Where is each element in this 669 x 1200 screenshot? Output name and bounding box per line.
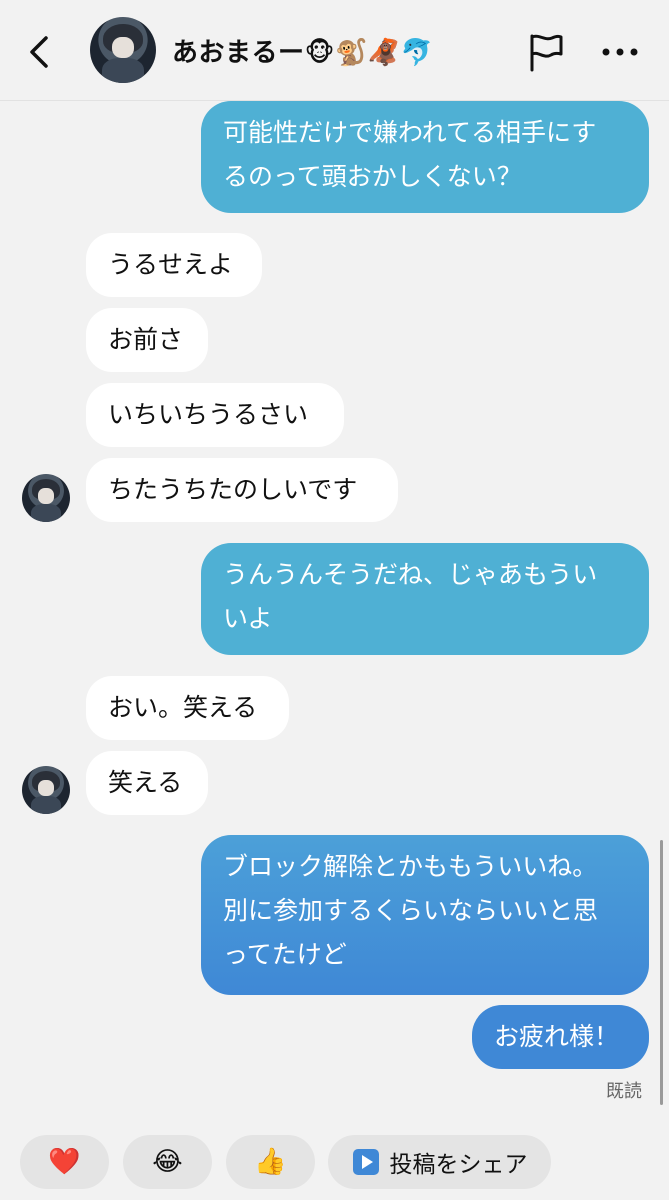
outgoing-message[interactable]: 可能性だけで嫌われてる相手にす るのって頭おかしくない？ — [201, 101, 649, 213]
sender-avatar[interactable] — [22, 766, 70, 814]
share-label: 投稿をシェア — [389, 1152, 528, 1178]
scrollbar[interactable] — [660, 840, 663, 1105]
contact-avatar[interactable] — [90, 17, 156, 83]
incoming-message[interactable]: 笑える — [86, 751, 208, 815]
message-line: うんうんそうだね、じゃあもうい — [223, 560, 598, 589]
message-text: いちいちうるさい — [108, 400, 309, 429]
incoming-message[interactable]: ちたうちたのしいです — [86, 458, 398, 522]
thumbs-up-reaction-button[interactable]: 👍 — [226, 1135, 315, 1189]
message-text: うるせえよ — [108, 250, 234, 279]
heart-icon: ❤️ — [48, 1147, 81, 1177]
thumbs-up-icon: 👍 — [254, 1147, 287, 1177]
incoming-message[interactable]: うるせえよ — [86, 233, 262, 297]
message-text: ちたうちたのしいです — [108, 475, 358, 504]
more-button[interactable] — [600, 40, 640, 64]
incoming-message[interactable]: いちいちうるさい — [86, 383, 344, 447]
incoming-message[interactable]: おい。笑える — [86, 676, 289, 740]
message-line: いよ — [223, 604, 273, 633]
report-button[interactable] — [527, 32, 565, 72]
message-text: お疲れ様！ — [494, 1022, 620, 1051]
message-text: 笑える — [108, 768, 183, 797]
chat-header: あおまるー🐵🐒🦧🐬 — [0, 0, 669, 101]
message-line: 可能性だけで嫌われてる相手にす — [223, 118, 597, 147]
message-line: 別に参加するくらいならいいと思 — [223, 896, 599, 925]
back-button[interactable] — [22, 32, 56, 72]
message-line: るのって頭おかしくない？ — [223, 162, 522, 191]
contact-name[interactable]: あおまるー🐵🐒🦧🐬 — [172, 32, 434, 69]
laugh-reaction-button[interactable]: 😂 — [123, 1135, 212, 1189]
share-post-button[interactable]: 投稿をシェア — [328, 1135, 551, 1189]
outgoing-message[interactable]: お疲れ様！ — [472, 1005, 649, 1069]
message-line: ってたけど — [223, 940, 347, 969]
message-text: おい。笑える — [108, 693, 258, 722]
more-icon — [602, 48, 638, 56]
read-receipt: 既読 — [606, 1081, 642, 1102]
outgoing-message[interactable]: ブロック解除とかももういいね。 別に参加するくらいならいいと思 ってたけど — [201, 835, 649, 995]
message-line: ブロック解除とかももういいね。 — [223, 852, 598, 881]
incoming-message[interactable]: お前さ — [86, 308, 208, 372]
play-icon — [352, 1149, 379, 1175]
outgoing-message[interactable]: うんうんそうだね、じゃあもうい いよ — [201, 543, 649, 655]
laughing-face-icon: 😂 — [152, 1147, 183, 1177]
message-text: お前さ — [108, 325, 184, 354]
back-chevron-icon — [30, 36, 48, 68]
flag-icon — [530, 34, 563, 72]
sender-avatar[interactable] — [22, 474, 70, 522]
heart-reaction-button[interactable]: ❤️ — [20, 1135, 109, 1189]
